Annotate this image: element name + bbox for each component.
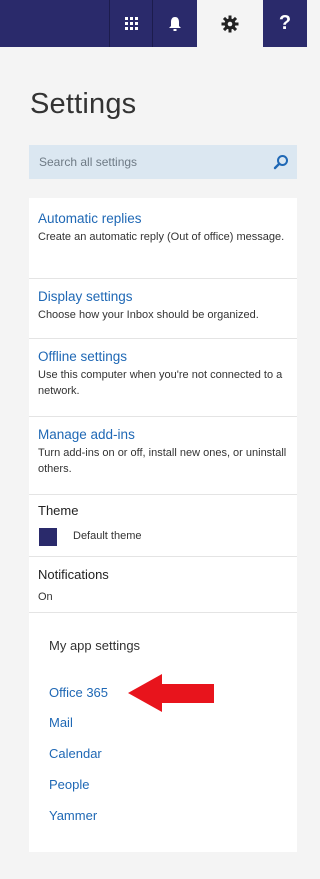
app-link-people[interactable]: People <box>49 777 89 792</box>
option-label[interactable]: Automatic replies <box>38 210 290 227</box>
app-link-yammer[interactable]: Yammer <box>49 808 97 823</box>
theme-value[interactable]: Default theme <box>73 530 141 542</box>
app-link-mail[interactable]: Mail <box>49 715 73 730</box>
red-arrow-annotation-icon <box>128 674 214 712</box>
my-app-settings-section: My app settings Office 365 Mail Calendar… <box>29 613 297 852</box>
bell-icon <box>168 16 181 31</box>
divider <box>29 338 297 339</box>
divider <box>29 494 297 495</box>
theme-label: Theme <box>38 503 79 518</box>
option-label[interactable]: Offline settings <box>38 348 290 365</box>
notifications-label[interactable]: Notifications <box>38 567 109 582</box>
app-launcher-button[interactable] <box>109 0 153 47</box>
search-box[interactable] <box>29 145 297 179</box>
divider <box>29 278 297 279</box>
apps-icon <box>125 17 138 30</box>
my-app-settings-title: My app settings <box>49 638 141 653</box>
option-manage-add-ins[interactable]: Manage add-ins Turn add-ins on or off, i… <box>38 426 290 477</box>
option-automatic-replies[interactable]: Automatic replies Create an automatic re… <box>38 210 290 245</box>
option-display-settings[interactable]: Display settings Choose how your Inbox s… <box>38 288 290 323</box>
top-navigation-bar: ? <box>0 0 307 47</box>
help-icon: ? <box>278 12 292 34</box>
notifications-value: On <box>38 591 53 603</box>
gear-icon <box>221 15 239 32</box>
option-offline-settings[interactable]: Offline settings Use this computer when … <box>38 348 290 399</box>
app-link-calendar[interactable]: Calendar <box>49 746 102 761</box>
app-link-office-365[interactable]: Office 365 <box>49 685 108 700</box>
option-label[interactable]: Display settings <box>38 288 290 305</box>
settings-button[interactable] <box>197 0 263 47</box>
option-label[interactable]: Manage add-ins <box>38 426 290 443</box>
option-description: Create an automatic reply (Out of office… <box>38 231 285 243</box>
page-title: Settings <box>30 88 137 120</box>
theme-swatch[interactable] <box>39 528 57 546</box>
option-description: Turn add-ins on or off, install new ones… <box>38 447 287 475</box>
notifications-button[interactable] <box>152 0 196 47</box>
option-description: Choose how your Inbox should be organize… <box>38 309 259 321</box>
divider <box>29 416 297 417</box>
settings-panel: Automatic replies Create an automatic re… <box>29 198 297 852</box>
help-button[interactable]: ? <box>263 0 307 47</box>
divider <box>29 556 297 557</box>
option-description: Use this computer when you're not connec… <box>38 369 283 397</box>
search-input[interactable] <box>39 145 259 179</box>
search-icon[interactable] <box>273 154 289 170</box>
